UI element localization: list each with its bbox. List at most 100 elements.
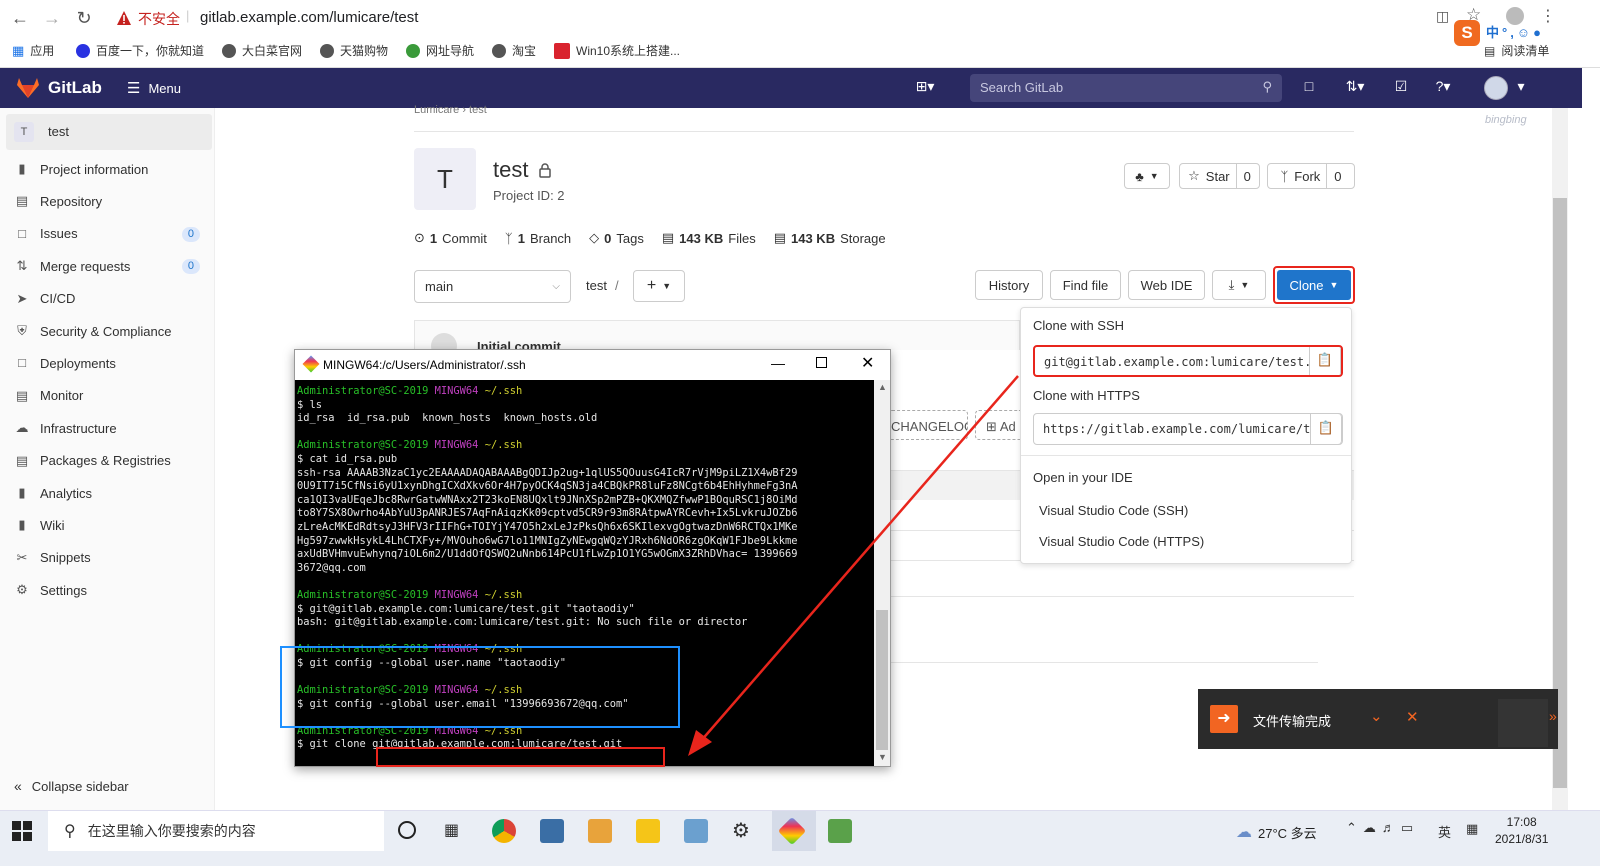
vscode-ssh-option[interactable]: Visual Studio Code (SSH) <box>1039 503 1188 518</box>
weather-widget[interactable]: ☁ 27°C 多云 <box>1236 822 1317 842</box>
chevron-down-icon[interactable]: ⌄ <box>1370 707 1383 725</box>
minimize-icon[interactable]: — <box>771 355 785 371</box>
url-field[interactable]: gitlab.example.com/lumicare/test <box>200 9 418 26</box>
close-icon[interactable]: ✕ <box>1406 708 1419 726</box>
user-avatar[interactable] <box>1484 76 1508 100</box>
add-to-tree-button[interactable]: + ▼ <box>633 270 685 302</box>
bookmark-taobao[interactable]: 淘宝 <box>492 42 536 59</box>
chevron-down-icon[interactable]: ▾ <box>1510 78 1532 98</box>
repo-path[interactable]: test <box>586 278 607 293</box>
clone-ssh-input[interactable]: git@gitlab.example.com:lumicare/test.git… <box>1033 345 1343 377</box>
branches-stat[interactable]: ᛉ 1 Branch <box>505 230 571 246</box>
chevron-down-icon: ▼ <box>1149 171 1159 181</box>
star-count: 0 <box>1235 164 1251 188</box>
sidebar-item-wiki[interactable]: ▮ Wiki <box>14 511 204 539</box>
sidebar-item-deployments[interactable]: □ Deployments <box>14 349 204 377</box>
forward-icon[interactable]: → <box>42 8 62 28</box>
sidebar-project-link[interactable]: T test <box>6 114 212 150</box>
commits-stat[interactable]: ⊙ 1 Commit <box>414 230 487 246</box>
breadcrumb-divider <box>414 131 1354 132</box>
bookmark-baidu[interactable]: 百度一下，你就知道 <box>76 42 204 59</box>
breadcrumb: Lumicare › test <box>414 104 487 116</box>
shield-icon: ⛨ <box>17 323 27 338</box>
keyboard-icon[interactable]: ▦ <box>1466 821 1478 837</box>
back-icon[interactable]: ← <box>10 8 30 28</box>
sidebar-item-merge-requests[interactable]: ⇅ Merge requests 0 <box>14 252 204 280</box>
globe-icon <box>320 43 334 58</box>
merge-icon: ⇅ <box>16 258 28 274</box>
app-cube-icon[interactable] <box>540 819 564 843</box>
app-notes-icon[interactable] <box>684 819 708 843</box>
copy-ssh-button[interactable]: 📋 <box>1309 347 1341 375</box>
reload-icon[interactable]: ↻ <box>74 8 94 28</box>
new-item-icon[interactable]: ⊞▾ <box>914 78 936 98</box>
download-button[interactable]: ⤓ ▼ <box>1212 270 1266 300</box>
todo-icon[interactable]: ☑ <box>1390 78 1412 98</box>
ime-indicator[interactable]: 英 <box>1438 822 1451 841</box>
baidu-icon <box>76 43 90 58</box>
breadcrumb-project[interactable]: test <box>469 104 487 116</box>
star-button[interactable]: ☆ Star 0 <box>1179 163 1260 189</box>
search-icon: ⚲ <box>1262 79 1272 94</box>
sidebar-item-issues[interactable]: □ Issues 0 <box>14 220 204 248</box>
taskbar-search[interactable]: ⚲ 在这里输入你要搜索的内容 <box>48 811 384 851</box>
search-input[interactable]: Search GitLab ⚲ <box>970 74 1282 102</box>
sidebar-item-snippets[interactable]: ✂ Snippets <box>14 544 204 572</box>
gitlab-home-link[interactable]: GitLab <box>16 77 102 99</box>
tags-stat[interactable]: ◇ 0 Tags <box>589 230 644 246</box>
sidebar-item-settings[interactable]: ⚙ Settings <box>14 576 204 604</box>
chrome-taskbar-icon[interactable] <box>492 819 516 843</box>
settings-gear-icon[interactable]: ⚙ <box>732 818 750 843</box>
bookmark-tmall[interactable]: 天猫购物 <box>320 42 388 59</box>
branch-selector[interactable]: main ⌵ <box>414 270 571 303</box>
clone-button[interactable]: Clone ▼ <box>1277 270 1351 300</box>
system-tray-icons[interactable]: ⌃☁♬▭ <box>1346 820 1419 836</box>
vscode-https-option[interactable]: Visual Studio Code (HTTPS) <box>1039 534 1204 549</box>
sidebar-item-analytics[interactable]: ▮ Analytics <box>14 479 204 507</box>
help-icon[interactable]: ?▾ <box>1426 78 1460 98</box>
breadcrumb-group[interactable]: Lumicare <box>414 104 459 116</box>
collapse-sidebar-button[interactable]: « Collapse sidebar <box>14 778 129 794</box>
task-view-icon[interactable]: ▦ <box>444 820 459 840</box>
menu-button[interactable]: ☰ Menu <box>127 79 181 97</box>
windows-taskbar: ⚲ 在这里输入你要搜索的内容 ▦ ⚙ ☁ 27°C 多云 ⌃☁♬▭ 英 ▦ 17… <box>0 810 1600 866</box>
bookmark-nav[interactable]: 网址导航 <box>406 42 474 59</box>
sidebar-item-project-information[interactable]: ▮ Project information <box>14 155 204 183</box>
find-file-button[interactable]: Find file <box>1050 270 1121 300</box>
cortana-icon[interactable] <box>398 821 416 839</box>
bookmark-win10[interactable]: Win10系统上搭建... <box>554 42 680 59</box>
files-stat[interactable]: ▤ 143 KB Files <box>662 230 756 246</box>
sidebar-item-ci-cd[interactable]: ➤ CI/CD <box>14 285 204 313</box>
download-icon: ⤓ <box>1228 277 1235 292</box>
app-tools-icon[interactable] <box>588 819 612 843</box>
expand-arrow-icon[interactable]: » <box>1549 708 1557 724</box>
branch-icon: ᛉ <box>504 230 513 246</box>
csdn-icon <box>554 42 570 59</box>
last-commit-box: Initial commit <box>414 320 1020 359</box>
merge-requests-nav-icon[interactable]: ⇅▾ <box>1338 78 1372 98</box>
reading-list[interactable]: ▤ 阅读清单 <box>1484 42 1549 59</box>
web-ide-button[interactable]: Web IDE <box>1128 270 1205 300</box>
windows-start-icon[interactable] <box>12 821 32 841</box>
maximize-icon[interactable] <box>816 357 827 368</box>
notification-bell-button[interactable]: ♣ ▼ <box>1124 163 1170 189</box>
sidebar-item-security-compliance[interactable]: ⛨ Security & Compliance <box>14 317 204 345</box>
fork-button[interactable]: ᛉ Fork 0 <box>1267 163 1355 189</box>
sidebar-item-packages-registries[interactable]: ▤ Packages & Registries <box>14 447 204 475</box>
issues-nav-icon[interactable]: □ <box>1298 78 1320 98</box>
sidebar-project-avatar: T <box>14 122 34 142</box>
taskbar-clock[interactable]: 17:08 2021/8/31 <box>1495 814 1548 848</box>
translate-icon[interactable]: ◫ <box>1436 8 1449 25</box>
sidebar-item-infrastructure[interactable]: ☁ Infrastructure <box>14 414 204 442</box>
bookmark-dabaicai[interactable]: 大白菜官网 <box>222 42 302 59</box>
sidebar-item-repository[interactable]: ▤ Repository <box>14 187 204 215</box>
clone-https-input[interactable]: https://gitlab.example.com/lumicare/test… <box>1033 413 1343 445</box>
clone-button-highlight: Clone ▼ <box>1273 266 1355 304</box>
sidebar-item-count: 0 <box>181 226 200 242</box>
bookmark-apps[interactable]: ▦ 应用 <box>12 42 54 59</box>
history-button[interactable]: History <box>975 270 1043 300</box>
sidebar-item-monitor[interactable]: ▤ Monitor <box>14 382 204 410</box>
app-sheet-icon[interactable] <box>828 819 852 843</box>
copy-https-button[interactable]: 📋 <box>1310 414 1342 444</box>
file-explorer-icon[interactable] <box>636 819 660 843</box>
